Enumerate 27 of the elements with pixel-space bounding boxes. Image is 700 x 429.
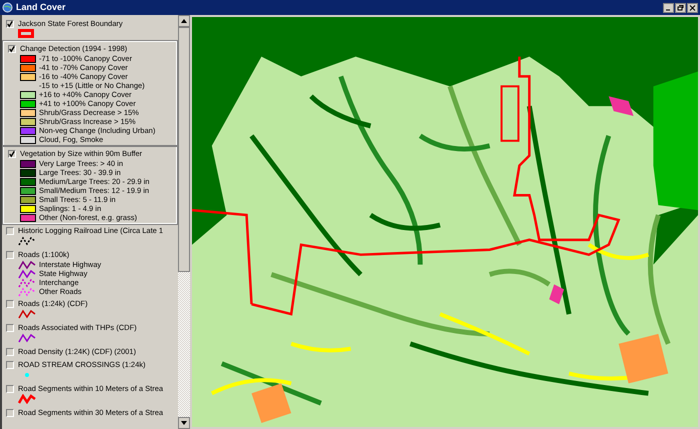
layer-checkbox[interactable] <box>8 150 16 158</box>
legend-scrollbar[interactable] <box>178 15 190 429</box>
check-icon <box>7 20 13 28</box>
globe-icon <box>2 2 13 13</box>
restore-button[interactable] <box>675 2 686 12</box>
layer-checkbox[interactable] <box>6 226 14 234</box>
close-icon <box>689 4 696 10</box>
window-title: Land Cover <box>16 3 66 12</box>
up-arrow-icon <box>181 19 187 23</box>
layer-checkbox[interactable] <box>6 324 14 332</box>
layer-checkbox[interactable] <box>6 300 14 308</box>
minimize-button[interactable] <box>663 2 674 12</box>
scroll-thumb[interactable] <box>178 27 190 272</box>
layer-checkbox[interactable] <box>6 408 14 416</box>
check-icon <box>9 44 15 52</box>
close-button[interactable] <box>687 2 698 12</box>
check-icon <box>9 150 15 158</box>
layer-checkbox[interactable] <box>6 360 14 368</box>
layer-checkbox[interactable] <box>6 348 14 356</box>
scroll-up-button[interactable] <box>178 15 190 27</box>
layer-checkbox[interactable] <box>8 44 16 52</box>
layer-checkbox[interactable] <box>6 250 14 258</box>
scroll-down-button[interactable] <box>178 417 190 429</box>
layer-checkbox[interactable] <box>6 384 14 392</box>
layer-checkbox[interactable] <box>6 20 14 28</box>
restore-icon <box>677 4 684 10</box>
down-arrow-icon <box>181 421 187 425</box>
